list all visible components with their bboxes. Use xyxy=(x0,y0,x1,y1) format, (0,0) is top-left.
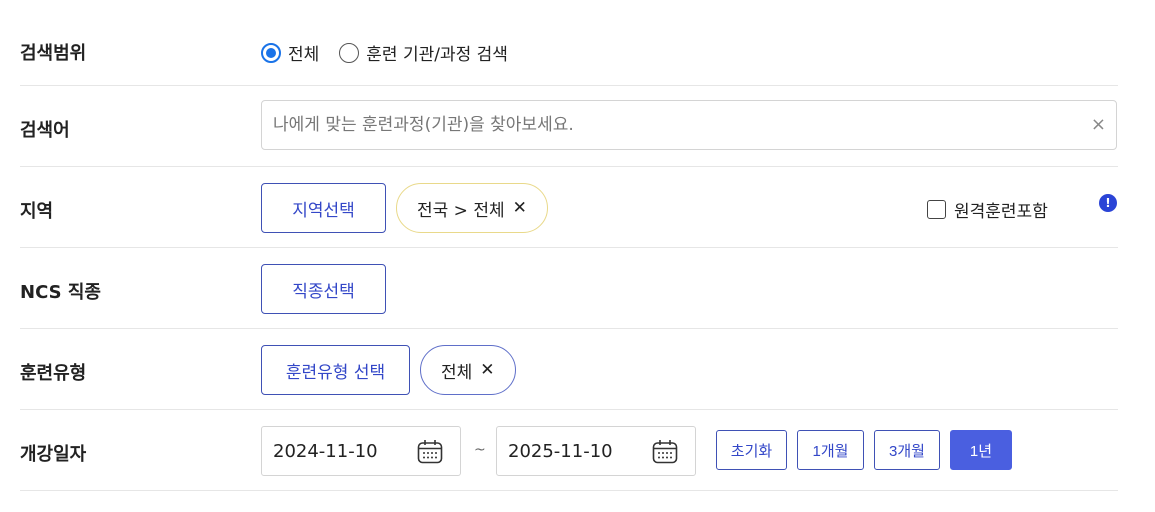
scope-radio-group: 전체 훈련 기관/과정 검색 xyxy=(261,40,528,65)
radio-unchecked-icon xyxy=(339,42,360,63)
scope-row: 검색범위 전체 훈련 기관/과정 검색 xyxy=(20,10,1118,86)
period-3month-button[interactable]: 3개월 xyxy=(874,430,940,470)
scope-radio-institution[interactable]: 훈련 기관/과정 검색 xyxy=(339,40,508,65)
calendar-icon[interactable] xyxy=(417,439,443,464)
region-chip: 전국 > 전체 ✕ xyxy=(396,183,548,233)
scope-radio-all[interactable]: 전체 xyxy=(261,40,319,65)
keyword-label: 검색어 xyxy=(20,120,70,141)
calendar-icon[interactable] xyxy=(652,439,678,464)
scope-radio-all-label: 전체 xyxy=(288,45,320,65)
date-range-separator: ~ xyxy=(474,442,486,458)
ncs-label: NCS 직종 xyxy=(20,282,101,303)
remote-training-checkbox[interactable]: 원격훈련포함 xyxy=(927,197,1048,222)
training-type-chip: 전체 ✕ xyxy=(420,345,516,395)
region-label: 지역 xyxy=(20,201,54,222)
start-date-label: 개강일자 xyxy=(20,444,87,465)
start-date-to-value: 2025-11-10 xyxy=(508,440,613,462)
training-type-row: 훈련유형 훈련유형 선택 전체 ✕ xyxy=(20,329,1118,410)
start-date-row: 개강일자 2024-11-10 ~ 2025-11-10 초기화 1개월 3개월… xyxy=(20,410,1118,491)
training-type-chip-label: 전체 xyxy=(441,362,473,383)
radio-checked-icon xyxy=(261,42,281,63)
ncs-row: NCS 직종 직종선택 xyxy=(20,248,1118,329)
region-select-button[interactable]: 지역선택 xyxy=(261,183,386,233)
scope-radio-institution-label: 훈련 기관/과정 검색 xyxy=(366,45,508,65)
ncs-select-button[interactable]: 직종선택 xyxy=(261,264,386,314)
keyword-row: 검색어 × xyxy=(20,86,1118,167)
clear-icon[interactable]: × xyxy=(1091,114,1106,136)
info-icon[interactable]: ! xyxy=(1099,194,1117,212)
keyword-box: × xyxy=(261,100,1117,150)
start-date-from-value: 2024-11-10 xyxy=(273,440,378,462)
period-reset-button[interactable]: 초기화 xyxy=(716,430,787,470)
search-input[interactable] xyxy=(262,101,1062,149)
close-icon[interactable]: ✕ xyxy=(513,198,527,218)
training-type-label: 훈련유형 xyxy=(20,363,87,384)
remote-training-label: 원격훈련포함 xyxy=(954,202,1048,222)
start-date-from-field[interactable]: 2024-11-10 xyxy=(261,426,461,476)
scope-label: 검색범위 xyxy=(20,43,87,64)
period-1year-button[interactable]: 1년 xyxy=(950,430,1012,470)
training-type-select-button[interactable]: 훈련유형 선택 xyxy=(261,345,410,395)
region-chip-label: 전국 > 전체 xyxy=(417,200,505,221)
checkbox-icon xyxy=(927,200,946,219)
close-icon[interactable]: ✕ xyxy=(480,360,494,380)
period-1month-button[interactable]: 1개월 xyxy=(797,430,864,470)
start-date-to-field[interactable]: 2025-11-10 xyxy=(496,426,696,476)
region-row: 지역 지역선택 전국 > 전체 ✕ 원격훈련포함 ! xyxy=(20,167,1118,248)
search-form: 검색범위 전체 훈련 기관/과정 검색 검색어 × 지역 xyxy=(20,10,1118,491)
